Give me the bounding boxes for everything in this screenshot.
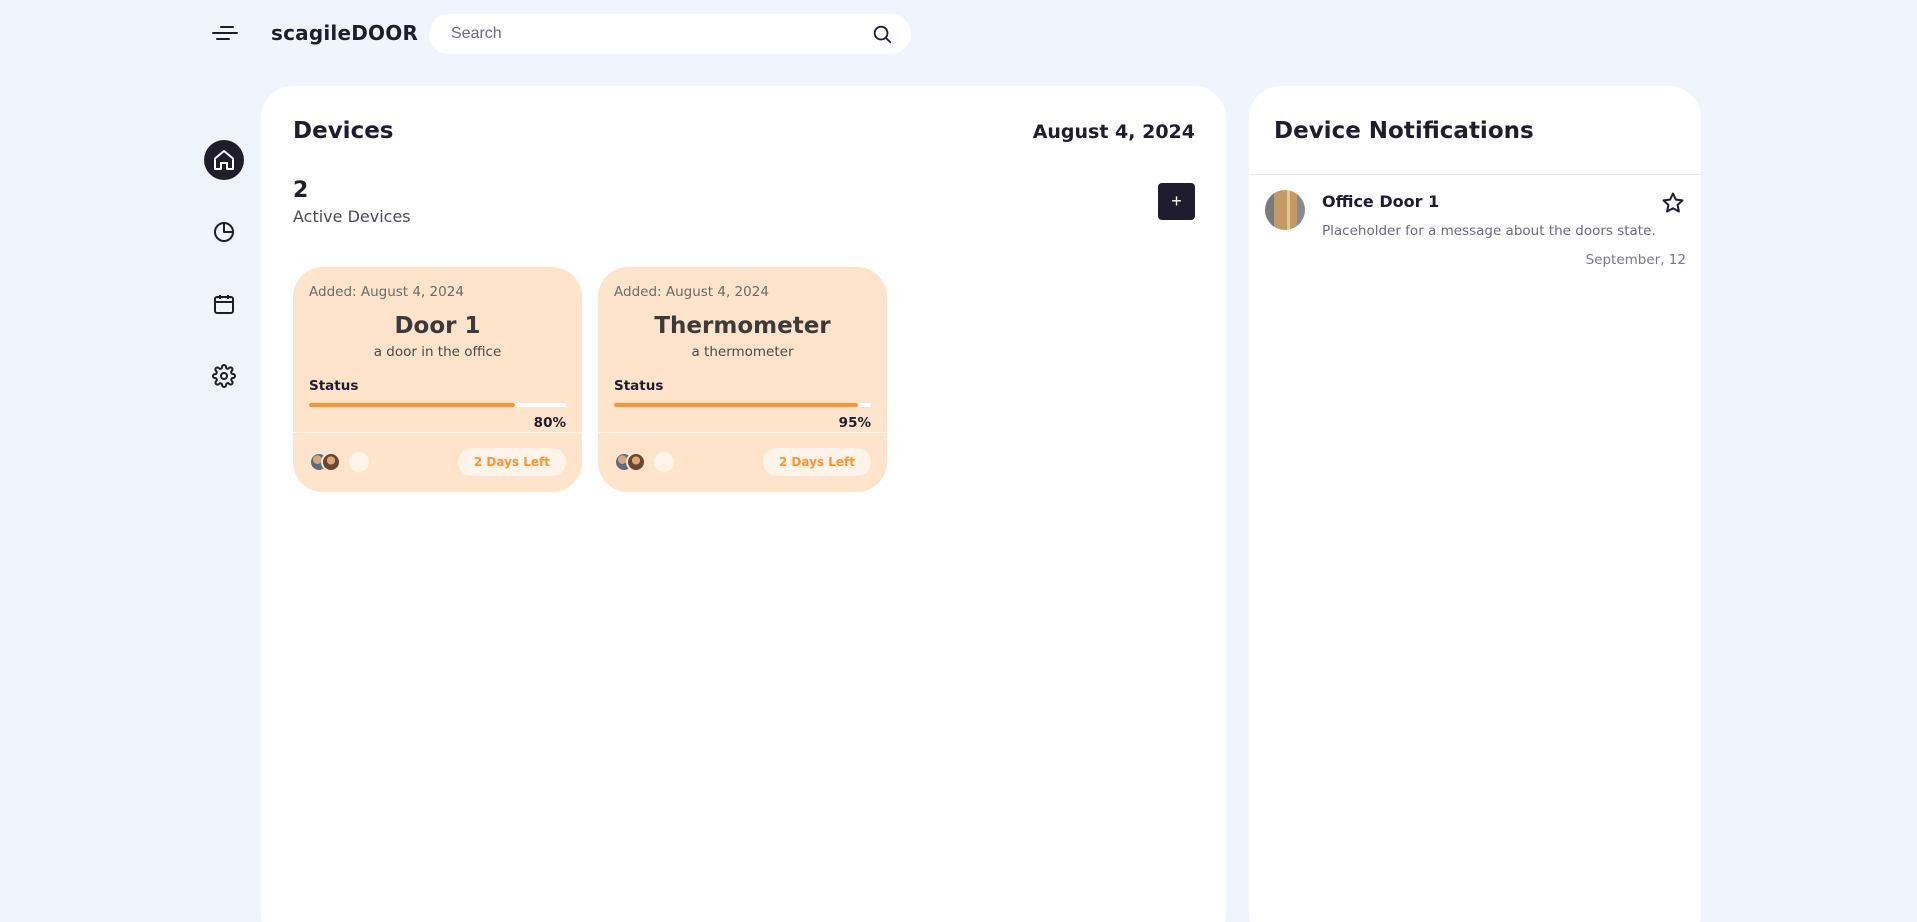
days-left-badge: 2 Days Left (457, 448, 566, 476)
status-progress-fill (614, 403, 859, 407)
device-title: Door 1 (394, 313, 481, 339)
star-icon[interactable] (1661, 191, 1685, 215)
device-card[interactable]: Added: August 4, 2024 Door 1 a door in t… (293, 267, 582, 492)
status-percent: 80% (533, 415, 566, 431)
search-icon[interactable] (871, 23, 893, 45)
device-subtitle: a thermometer (691, 344, 794, 360)
participants (309, 452, 369, 472)
search-input[interactable] (451, 25, 871, 43)
add-participant-button[interactable] (654, 452, 674, 472)
status-label: Status (309, 378, 359, 394)
door-avatar (1265, 190, 1305, 230)
home-icon (214, 150, 234, 170)
notification-date: September, 12 (1585, 252, 1686, 268)
add-participant-button[interactable] (349, 452, 369, 472)
participants (614, 452, 674, 472)
avatar[interactable] (626, 452, 646, 472)
card-divider (598, 432, 887, 433)
notification-item[interactable]: Office Door 1 Placeholder for a message … (1249, 175, 1701, 275)
app-title: scagileDOOR (271, 21, 419, 45)
device-added-date: Added: August 4, 2024 (614, 284, 769, 300)
device-added-date: Added: August 4, 2024 (309, 284, 464, 300)
device-card[interactable]: Added: August 4, 2024 Thermometer a ther… (598, 267, 887, 492)
active-devices-label: Active Devices (293, 207, 411, 226)
status-progress-bar (309, 403, 566, 407)
current-date: August 4, 2024 (1032, 121, 1195, 143)
avatar[interactable] (321, 452, 341, 472)
notifications-title: Device Notifications (1274, 118, 1534, 144)
active-devices-count: 2 (293, 178, 309, 203)
calendar-icon (214, 295, 234, 314)
add-device-button[interactable]: + (1158, 183, 1195, 220)
sidebar (204, 140, 246, 428)
sidebar-item-settings[interactable] (204, 356, 244, 396)
devices-title: Devices (293, 118, 394, 144)
notification-device-name: Office Door 1 (1322, 192, 1440, 211)
sidebar-item-calendar[interactable] (204, 284, 244, 324)
status-progress-bar (614, 403, 871, 407)
sidebar-item-statistics[interactable] (204, 212, 244, 252)
menu-toggle-icon[interactable] (207, 18, 243, 48)
top-bar: scagileDOOR (0, 0, 1917, 68)
notifications-panel: Device Notifications Office Door 1 Place… (1249, 86, 1701, 922)
devices-panel: Devices August 4, 2024 2 Active Devices … (261, 86, 1226, 922)
device-title: Thermometer (654, 313, 831, 339)
gear-icon (212, 364, 236, 388)
status-progress-fill (309, 403, 515, 407)
status-percent: 95% (838, 415, 871, 431)
device-subtitle: a door in the office (373, 344, 502, 360)
days-left-badge: 2 Days Left (762, 448, 871, 476)
pie-chart-icon (214, 222, 234, 242)
search-bar (429, 14, 911, 54)
status-label: Status (614, 378, 664, 394)
card-divider (293, 432, 582, 433)
sidebar-item-home[interactable] (204, 140, 244, 180)
notification-message: Placeholder for a message about the door… (1322, 223, 1656, 239)
